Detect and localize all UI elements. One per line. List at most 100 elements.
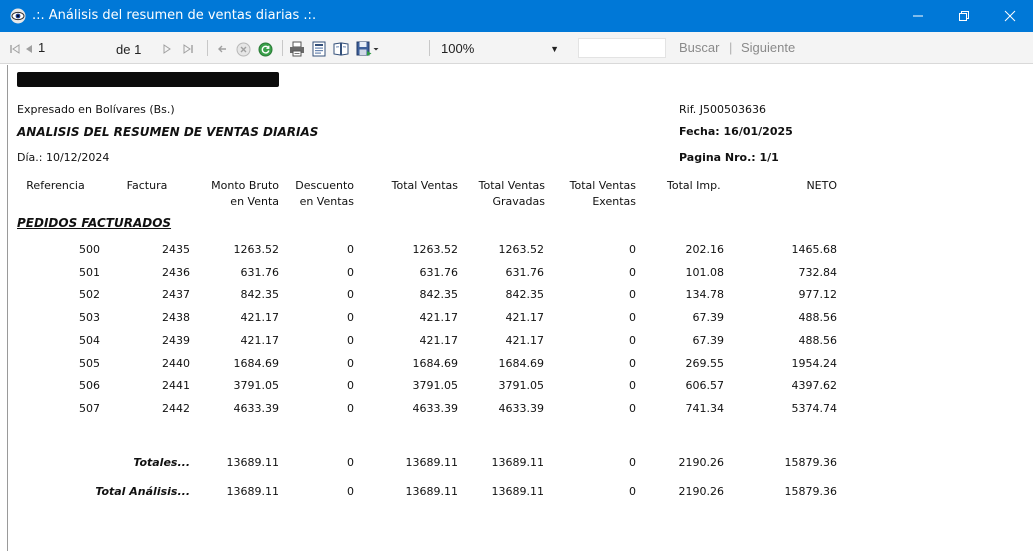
cell-monto-bruto: 421.17 [240,311,280,325]
cell-monto-bruto: 3791.05 [233,379,280,393]
print-button[interactable] [288,40,306,58]
page-setup-icon [333,42,349,56]
cell-neto: 977.12 [798,288,838,302]
cell-total-imp: 101.08 [685,265,725,279]
cell-ventas-exentas: 0 [629,333,636,347]
cell-ventas-exentas: 0 [629,379,636,393]
report-toolbar: 1 de 1 100% ▼ Buscar | Siguiente [0,32,1033,64]
header-ventas-gravadas-line2: Gravadas [492,195,546,208]
cell-referencia: 503 [79,311,100,325]
rif-label: Rif. J500503636 [679,103,766,116]
cell-total-imp: 67.39 [692,311,725,325]
header-ventas-exentas-line2: Exentas [592,195,636,208]
cell-total-ventas: 842.35 [419,288,459,302]
search-input[interactable] [578,38,666,58]
page-number-label: Pagina Nro.: 1/1 [679,151,779,164]
zoom-select[interactable]: 100% ▼ [437,39,565,59]
header-monto-bruto-line1: Monto Bruto [211,179,279,192]
cell-descuento: 0 [347,288,354,302]
cell-factura: 2441 [162,379,190,393]
header-total-imp: Total Imp. [667,179,721,192]
refresh-button[interactable] [256,40,274,58]
cell-neto: 1465.68 [791,243,838,256]
cell-total-ventas: 4633.39 [412,401,459,415]
title-bar: .:. Análisis del resumen de ventas diari… [0,0,1033,32]
cell-total-imp: 134.78 [685,288,725,302]
cell-total-ventas: 421.17 [419,311,459,325]
cell-ventas-gravadas: 631.76 [505,265,545,279]
cell-monto-bruto: 421.17 [240,333,280,347]
cell-ventas-exentas: 0 [629,356,636,370]
cell-total-ventas: 631.76 [419,265,459,279]
cell-referencia: 502 [79,288,100,302]
section-title: PEDIDOS FACTURADOS [17,216,172,230]
refresh-icon [258,42,272,56]
cell-ventas-gravadas: 1263.52 [498,243,545,256]
close-button[interactable] [987,0,1033,32]
zoom-value: 100% [441,41,475,56]
cell-referencia: 507 [79,401,100,415]
cell-descuento: 0 [347,333,354,347]
cell-neto: 488.56 [798,311,838,325]
next-match-link[interactable]: Siguiente [741,40,795,55]
next-page-button[interactable] [160,40,174,58]
printer-icon [290,41,304,57]
cell-ventas-gravadas: 842.35 [505,288,545,302]
header-ventas-gravadas-line1: Total Ventas [478,179,545,192]
cell-neto: 488.56 [798,333,838,347]
header-ventas-exentas: Total Ventas Exentas [552,178,636,210]
back-arrow-icon [218,45,226,53]
cell-monto-bruto: 1263.52 [233,243,280,256]
restore-icon [959,11,969,21]
cell-ventas-exentas: 0 [629,288,636,302]
total-cell-total-imp: 2190.26 [678,456,725,469]
cell-monto-bruto: 631.76 [240,265,280,279]
minimize-button[interactable] [895,0,941,32]
total-cell-neto: 15879.36 [784,456,838,469]
cell-total-imp: 202.16 [685,243,725,256]
first-page-button[interactable] [8,40,22,58]
cell-ventas-exentas: 0 [629,311,636,325]
cell-descuento: 0 [347,379,354,393]
cell-ventas-gravadas: 1684.69 [498,356,545,370]
cell-total-imp: 269.55 [685,356,725,370]
header-ventas-exentas-line1: Total Ventas [569,179,636,192]
cell-monto-bruto: 1684.69 [233,356,280,370]
cell-factura: 2440 [162,356,190,370]
cell-ventas-exentas: 0 [629,243,636,256]
header-descuento: Descuento en Ventas [287,178,354,210]
stop-button[interactable] [234,40,252,58]
header-monto-bruto-line2: en Venta [230,195,279,208]
redacted-company-name [17,72,279,87]
total-cell-ventas-exentas: 0 [629,456,636,469]
search-divider: | [729,40,733,55]
cell-ventas-gravadas: 3791.05 [498,379,545,393]
window-title: .:. Análisis del resumen de ventas diari… [32,8,317,23]
header-total-ventas: Total Ventas [391,179,458,192]
header-neto: NETO [806,179,837,192]
page-count-label: de 1 [116,41,142,57]
cell-factura: 2439 [162,333,190,347]
header-descuento-line1: Descuento [295,179,354,192]
back-button[interactable] [214,40,230,58]
cell-referencia: 501 [79,265,100,279]
header-descuento-line2: en Ventas [299,195,354,208]
cell-ventas-gravadas: 421.17 [505,333,545,347]
page-number-input[interactable]: 1 [30,39,86,57]
restore-button[interactable] [941,0,987,32]
last-page-button[interactable] [180,40,196,58]
header-factura: Factura [126,179,168,192]
total-cell-monto-bruto: 13689.11 [226,485,280,498]
report-day: Día.: 10/12/2024 [17,151,110,164]
cell-neto: 5374.74 [791,401,838,415]
minimize-icon [913,15,923,17]
cell-factura: 2436 [162,265,190,279]
page-setup-button[interactable] [332,40,350,58]
app-eye-icon [10,8,26,24]
total-cell-total-ventas: 13689.11 [405,485,459,498]
cell-referencia: 500 [79,243,100,256]
print-layout-button[interactable] [310,40,328,58]
export-button[interactable] [354,40,382,58]
search-link[interactable]: Buscar [679,40,719,55]
report-date: Fecha: 16/01/2025 [679,125,793,138]
